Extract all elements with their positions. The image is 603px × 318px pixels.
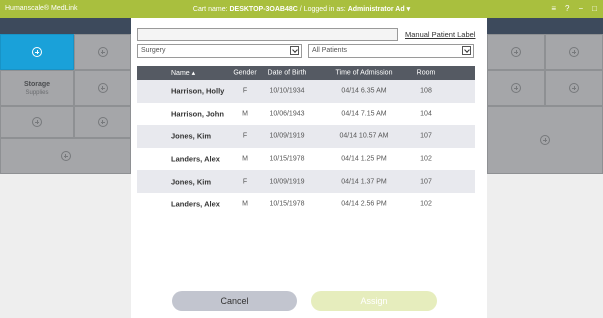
drawer-tile[interactable]: [487, 34, 545, 70]
drawer-tile[interactable]: [74, 106, 131, 138]
drawer-tile-large[interactable]: [487, 106, 603, 174]
column-header-dob[interactable]: Date of Birth: [262, 70, 312, 77]
patient-dob: 10/15/1978: [269, 200, 305, 208]
drawer-tile-wide[interactable]: [0, 138, 131, 174]
drawer-tile[interactable]: [545, 34, 603, 70]
drawer-tile[interactable]: [0, 106, 74, 138]
drawer-tile-active[interactable]: [0, 34, 74, 70]
add-circle-icon: [32, 117, 42, 127]
drawer-tile[interactable]: [545, 70, 603, 106]
chevron-down-icon: [290, 46, 299, 55]
patient-table: Name ▴ Gender Date of Birth Time of Admi…: [137, 66, 475, 216]
add-circle-icon: [569, 83, 579, 93]
table-row[interactable]: Harrison, John M 10/06/1943 04/14 7.15 A…: [137, 102, 475, 126]
drawer-tile-storage[interactable]: Storage Supplies: [0, 70, 74, 106]
table-row[interactable]: Harrison, Holly F 10/10/1934 04/14 6.35 …: [137, 80, 475, 103]
table-header: Name ▴ Gender Date of Birth Time of Admi…: [137, 66, 475, 80]
patient-dob: 10/10/1934: [269, 87, 305, 95]
column-header-room[interactable]: Room: [411, 70, 441, 77]
user-menu[interactable]: Administrator Ad ▾: [348, 6, 410, 13]
add-circle-icon: [32, 47, 42, 57]
add-circle-icon: [97, 83, 108, 93]
patient-admission: 04/14 1.25 PM: [341, 155, 387, 163]
add-circle-icon: [540, 135, 550, 145]
patient-admission: 04/14 10.57 AM: [339, 132, 389, 140]
maximize-icon[interactable]: □: [592, 4, 597, 13]
add-circle-icon: [97, 117, 108, 127]
menu-icon[interactable]: ≡: [551, 4, 556, 13]
title-bar: Humanscale® MedLink Cart name: DESKTOP-3…: [0, 0, 603, 18]
column-header-gender[interactable]: Gender: [233, 70, 257, 77]
tile-title: Storage: [23, 80, 51, 88]
patient-room: 107: [420, 132, 432, 140]
cart-label: Cart name:: [192, 6, 228, 13]
cart-separator: /: [299, 6, 302, 13]
column-header-admission[interactable]: Time of Admission: [327, 70, 401, 77]
patient-dob: 10/15/1978: [269, 155, 305, 163]
patient-search-input[interactable]: [137, 28, 398, 41]
patient-dob: 10/09/1919: [269, 132, 305, 140]
patient-dob: 10/06/1943: [269, 110, 305, 118]
add-circle-icon: [569, 47, 579, 57]
department-select[interactable]: Surgery: [137, 44, 302, 58]
patient-admission: 04/14 2.56 PM: [341, 200, 387, 208]
chevron-down-icon: [462, 46, 471, 55]
patient-gender: M: [242, 200, 248, 208]
add-circle-icon: [60, 151, 71, 161]
drawer-tile[interactable]: [487, 70, 545, 106]
patient-room: 107: [420, 178, 432, 186]
patient-name: Landers, Alex: [171, 199, 220, 209]
patient-admission: 04/14 7.15 AM: [341, 110, 387, 118]
logged-in-label: Logged in as:: [303, 6, 346, 13]
minimize-icon[interactable]: −: [578, 4, 583, 13]
table-row[interactable]: Jones, Kim F 10/09/1919 04/14 1.37 PM 10…: [137, 170, 475, 193]
tile-subtitle: Supplies: [25, 89, 49, 96]
patient-admission: 04/14 1.37 PM: [341, 178, 387, 186]
patient-gender: M: [242, 110, 248, 118]
patient-gender: F: [242, 178, 248, 186]
patient-gender: F: [242, 87, 248, 95]
column-header-name[interactable]: Name ▴: [171, 69, 195, 77]
department-select-value: Surgery: [141, 47, 166, 54]
drawer-tile[interactable]: [74, 34, 131, 70]
patient-gender: M: [242, 155, 248, 163]
assign-button[interactable]: Assign: [311, 291, 437, 311]
patient-filter-value: All Patients: [312, 47, 348, 54]
patient-name: Harrison, Holly: [171, 86, 225, 96]
patient-name: Landers, Alex: [171, 154, 220, 164]
cart-name: DESKTOP-3OAB48C: [229, 6, 298, 13]
patient-room: 108: [420, 87, 432, 95]
cart-info: Cart name: DESKTOP-3OAB48C / Logged in a…: [0, 5, 603, 13]
patient-name: Jones, Kim: [171, 131, 212, 141]
cancel-button[interactable]: Cancel: [172, 291, 297, 311]
add-circle-icon: [511, 47, 521, 57]
help-icon[interactable]: ?: [565, 4, 569, 13]
manual-patient-label-link[interactable]: Manual Patient Label: [405, 30, 475, 39]
patient-admission: 04/14 6.35 AM: [341, 87, 387, 95]
window-controls: ≡ ? − □: [551, 4, 597, 13]
table-row[interactable]: Landers, Alex M 10/15/1978 04/14 2.56 PM…: [137, 192, 475, 216]
drawer-tile[interactable]: [74, 70, 131, 106]
patient-name: Jones, Kim: [171, 177, 212, 187]
add-circle-icon: [97, 47, 108, 57]
patient-room: 102: [420, 200, 432, 208]
chevron-down-icon: ▾: [406, 6, 411, 13]
assign-patient-dialog: Manual Patient Label Surgery All Patient…: [131, 18, 487, 318]
user-name: Administrator Ad: [347, 6, 405, 13]
patient-name: Harrison, John: [171, 109, 224, 119]
table-row[interactable]: Landers, Alex M 10/15/1978 04/14 1.25 PM…: [137, 147, 475, 171]
patient-room: 102: [420, 155, 432, 163]
patient-dob: 10/09/1919: [269, 178, 305, 186]
patient-gender: F: [242, 132, 248, 140]
patient-room: 104: [420, 110, 432, 118]
add-circle-icon: [511, 83, 521, 93]
table-row[interactable]: Jones, Kim F 10/09/1919 04/14 10.57 AM 1…: [137, 125, 475, 148]
patient-filter-select[interactable]: All Patients: [308, 44, 474, 58]
